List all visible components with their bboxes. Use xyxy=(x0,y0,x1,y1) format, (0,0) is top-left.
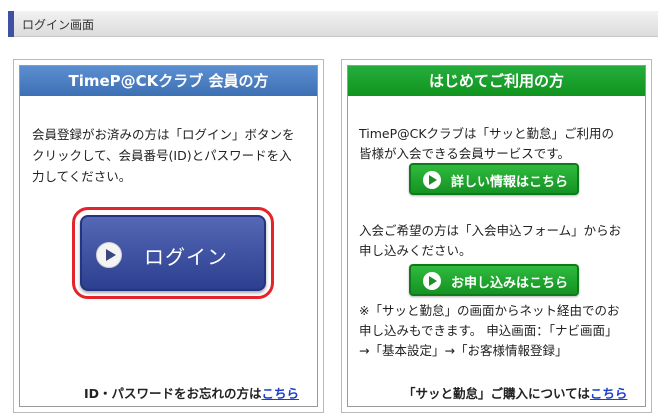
apply-description: 入会ご希望の方は「入会申込フォーム」からお 申し込みください。 xyxy=(359,221,621,261)
member-description: 会員登録がお済みの方は「ログイン」ボタンを クリックして、会員番号(ID)とパス… xyxy=(32,124,295,187)
new-user-panel-heading: はじめてご利用の方 xyxy=(348,66,645,96)
page-header: ログイン画面 xyxy=(8,11,658,37)
details-button[interactable]: 詳しい情報はこちら xyxy=(409,163,579,195)
forgot-password-text: ID・パスワードをお忘れの方は xyxy=(84,386,262,401)
new-user-intro-line: TimeP@CKクラブは「サッと勤怠」ご利用の xyxy=(359,126,615,141)
purchase-info-line: 「サッと勤怠」ご購入についてはこちら xyxy=(403,383,627,402)
purchase-info-text: 「サッと勤怠」ご購入については xyxy=(403,386,590,401)
online-apply-note-line: →「基本設定」→「お客様情報登録」 xyxy=(359,343,568,358)
member-description-line: クリックして、会員番号(ID)とパスワードを入 xyxy=(32,148,292,163)
apply-button-label: お申し込みはこちら xyxy=(451,276,569,291)
online-apply-note-line: ※「サッと勤怠」の画面からネット経由でのお xyxy=(359,303,620,318)
new-user-panel-inner: はじめてご利用の方 TimeP@CKクラブは「サッと勤怠」ご利用の 皆様が入会で… xyxy=(347,65,646,407)
online-apply-note: ※「サッと勤怠」の画面からネット経由でのお 申し込みもできます。 申込画面：「ナ… xyxy=(359,301,619,361)
new-user-intro: TimeP@CKクラブは「サッと勤怠」ご利用の 皆様が入会できる会員サービスです… xyxy=(359,124,614,164)
member-description-line: 会員登録がお済みの方は「ログイン」ボタンを xyxy=(32,127,295,142)
forgot-password-line: ID・パスワードをお忘れの方はこちら xyxy=(84,383,299,402)
apply-button[interactable]: お申し込みはこちら xyxy=(409,264,579,296)
login-button-label: ログイン xyxy=(144,245,228,269)
page-title: ログイン画面 xyxy=(22,18,95,32)
member-panel-inner: TimeP@CKクラブ 会員の方 会員登録がお済みの方は「ログイン」ボタンを ク… xyxy=(19,65,318,407)
online-apply-note-line: 申し込みもできます。 申込画面：「ナビ画面」 xyxy=(359,323,618,338)
login-button-highlight: ログイン xyxy=(72,207,274,299)
member-panel: TimeP@CKクラブ 会員の方 会員登録がお済みの方は「ログイン」ボタンを ク… xyxy=(13,59,324,413)
forgot-password-link[interactable]: こちら xyxy=(262,386,300,401)
new-user-intro-line: 皆様が入会できる会員サービスです。 xyxy=(359,146,571,161)
new-user-panel: はじめてご利用の方 TimeP@CKクラブは「サッと勤怠」ご利用の 皆様が入会で… xyxy=(341,59,652,413)
details-button-label: 詳しい情報はこちら xyxy=(451,175,569,190)
play-icon xyxy=(96,242,122,268)
play-icon xyxy=(423,272,441,290)
apply-description-line: 申し込みください。 xyxy=(359,243,472,258)
apply-description-line: 入会ご希望の方は「入会申込フォーム」からお xyxy=(359,223,622,238)
login-button[interactable]: ログイン xyxy=(80,215,266,291)
header-accent-bar xyxy=(8,11,14,37)
member-description-line: 力してください。 xyxy=(32,169,132,184)
purchase-info-link[interactable]: こちら xyxy=(590,386,628,401)
play-icon xyxy=(423,171,441,189)
member-panel-heading: TimeP@CKクラブ 会員の方 xyxy=(20,66,317,96)
